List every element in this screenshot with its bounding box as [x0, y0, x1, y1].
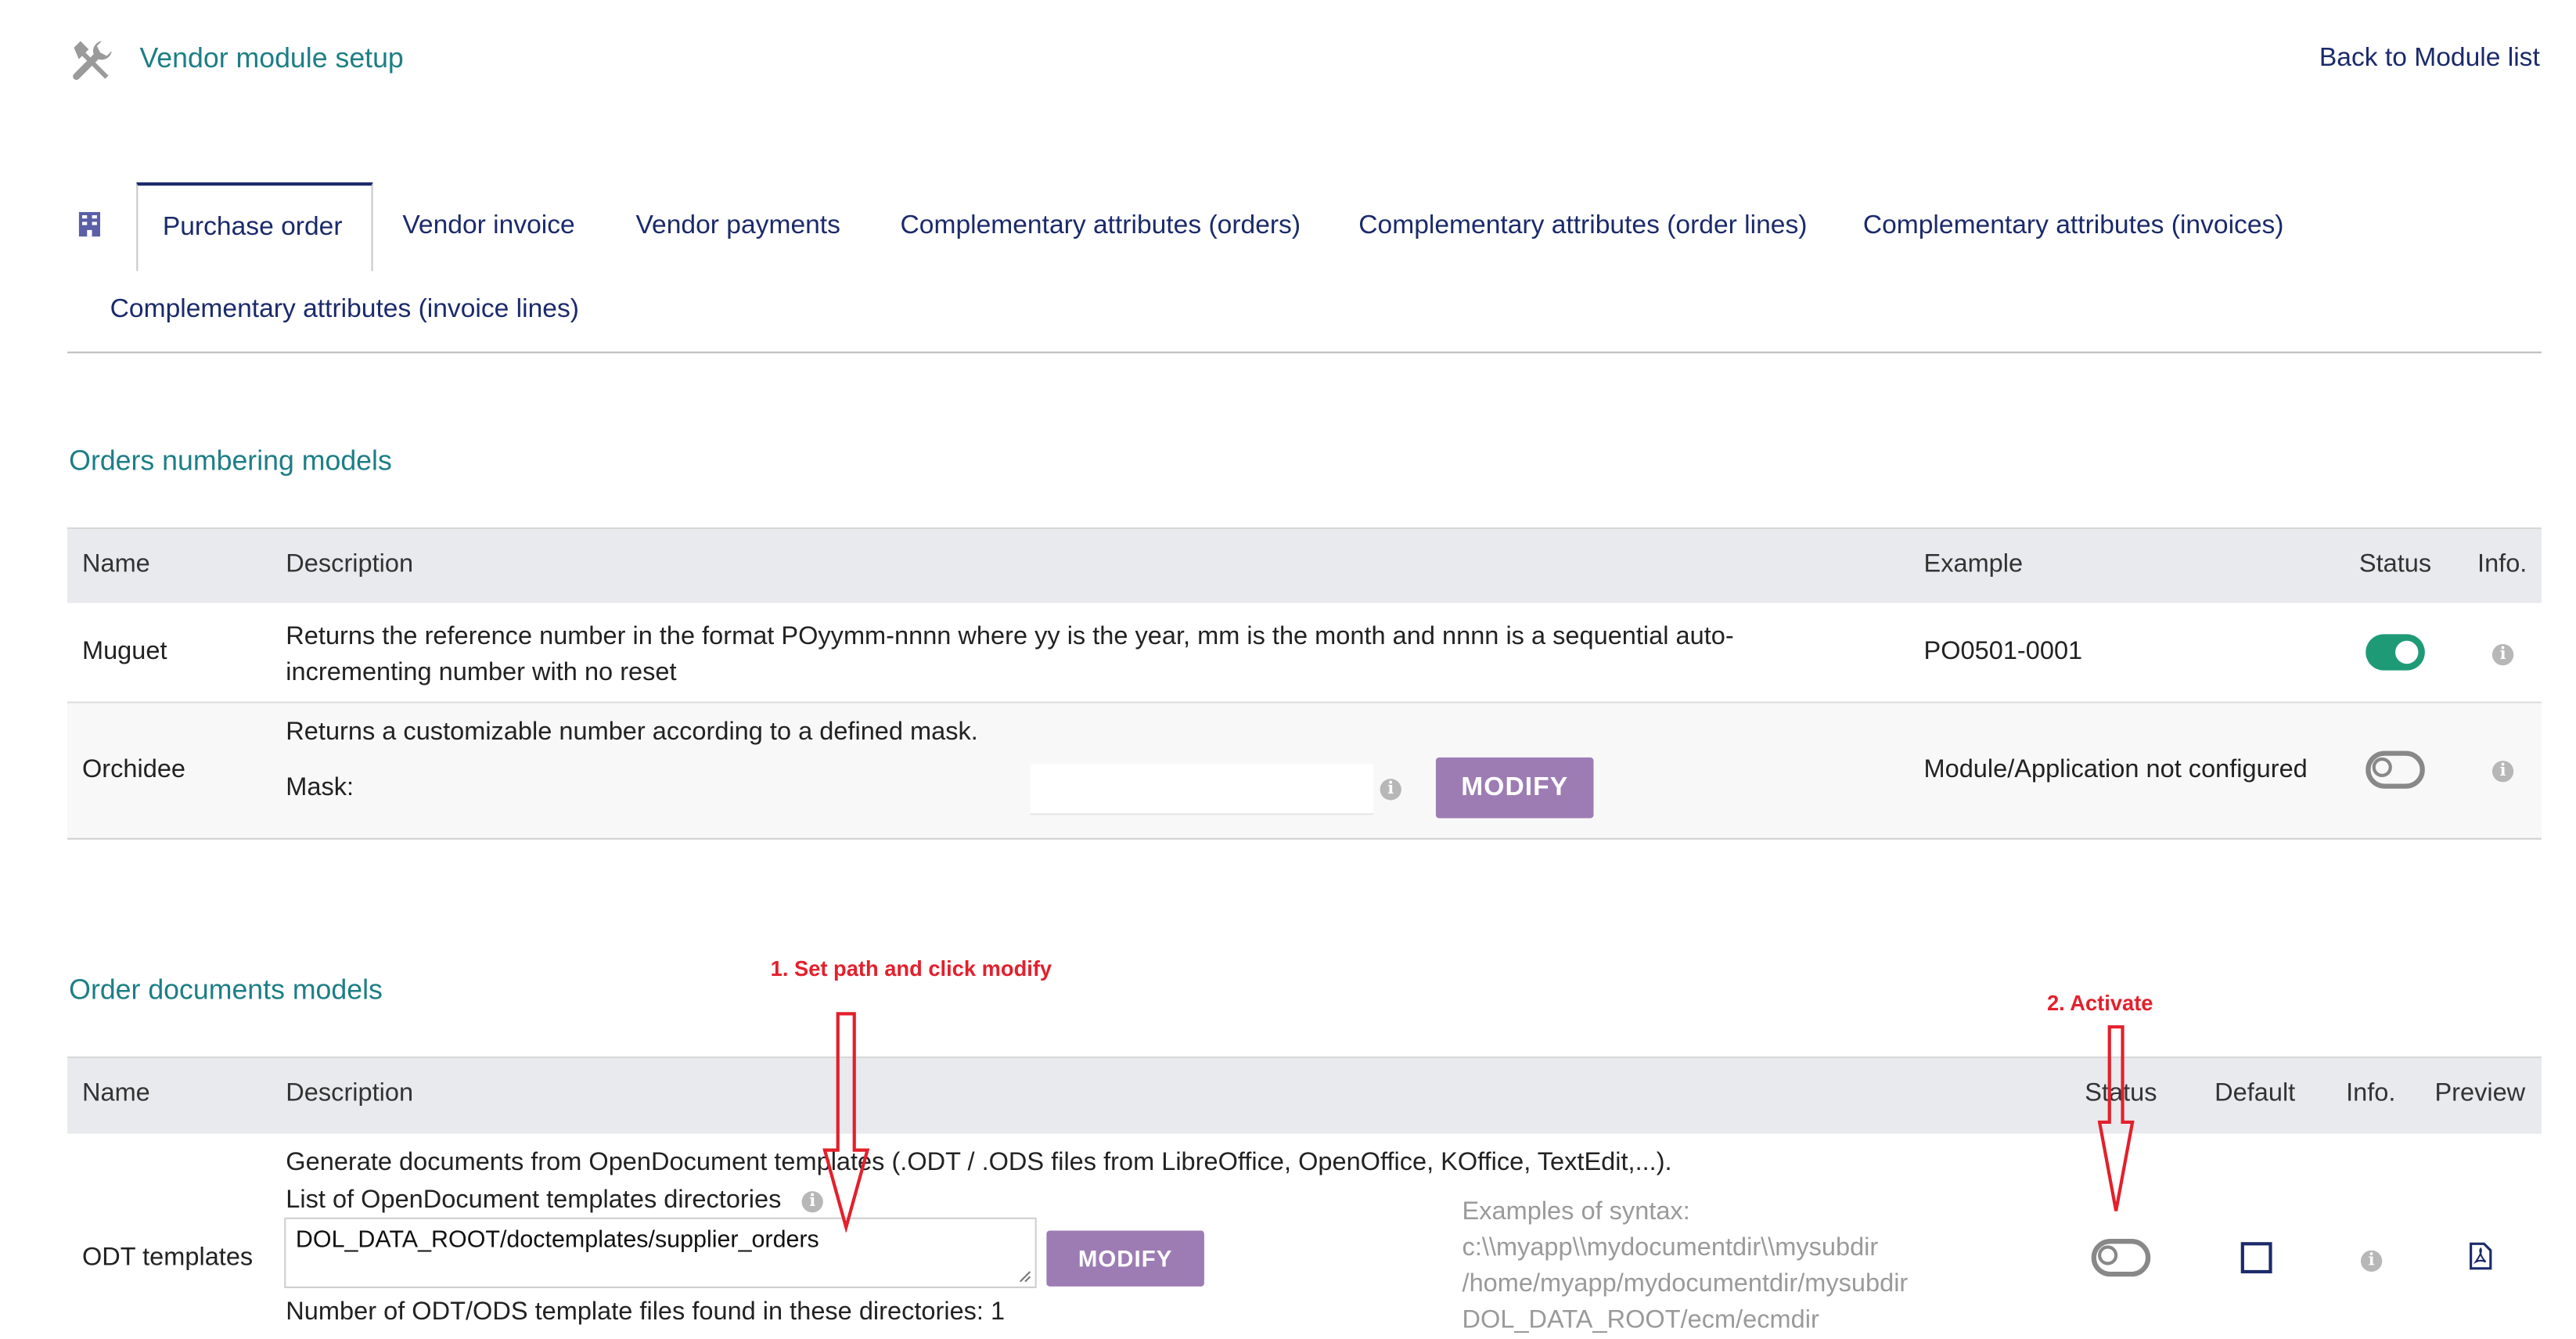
annotation-step-1: 1. Set path and click modify — [770, 956, 1052, 981]
arrow-down-icon — [822, 1012, 870, 1233]
mask-label: Mask: — [286, 773, 354, 802]
tab-complementary-attributes-invoice-lines[interactable]: Complementary attributes (invoice lines) — [110, 296, 579, 326]
model-name: Muguet — [81, 637, 167, 666]
numbering-section-title: Orders numbering models — [69, 445, 392, 477]
dirs-label: List of OpenDocument templates directori… — [286, 1186, 782, 1215]
col-info: Info. — [2346, 1079, 2396, 1108]
documents-section-title: Order documents models — [69, 974, 383, 1006]
col-default: Default — [2214, 1079, 2296, 1108]
pdf-preview-icon[interactable] — [2470, 1242, 2492, 1270]
model-name: ODT templates — [81, 1244, 254, 1272]
status-toggle-on[interactable] — [2366, 634, 2425, 671]
template-count: Number of ODT/ODS template files found i… — [286, 1298, 1006, 1326]
col-name: Name — [81, 1079, 150, 1108]
status-toggle-off[interactable] — [2091, 1239, 2151, 1277]
model-description: Generate documents from OpenDocument tem… — [286, 1148, 1672, 1177]
info-icon[interactable]: i — [801, 1191, 823, 1213]
page-title: Vendor module setup — [139, 42, 404, 74]
model-description: Returns the reference number in the form… — [286, 622, 1734, 687]
tab-vendor-payments[interactable]: Vendor payments — [636, 212, 840, 242]
numbering-table-header — [67, 527, 2542, 603]
default-checkbox[interactable] — [2240, 1242, 2272, 1274]
model-description: Returns a customizable number according … — [286, 718, 978, 747]
col-status: Status — [2358, 550, 2432, 579]
info-icon[interactable]: i — [2360, 1250, 2383, 1272]
tools-icon — [73, 41, 112, 81]
back-to-module-list-link[interactable]: Back to Module list — [2319, 45, 2540, 74]
info-icon[interactable]: i — [1380, 779, 1401, 801]
tab-label: Purchase order — [162, 213, 343, 242]
col-description: Description — [286, 1079, 414, 1108]
mask-modify-button[interactable]: MODIFY — [1435, 757, 1594, 819]
info-icon[interactable]: i — [2491, 761, 2514, 783]
syntax-example: /home/myapp/mydocumentdir/mysubdir — [1462, 1269, 1909, 1298]
tab-complementary-attributes-orders[interactable]: Complementary attributes (orders) — [901, 212, 1301, 242]
dirs-textarea[interactable]: DOL_DATA_ROOT/doctemplates/supplier_orde… — [284, 1217, 1037, 1288]
syntax-title: Examples of syntax: — [1462, 1197, 1690, 1226]
info-icon[interactable]: i — [2491, 643, 2514, 666]
dirs-value: DOL_DATA_ROOT/doctemplates/supplier_orde… — [295, 1227, 819, 1254]
tab-complementary-attributes-invoices[interactable]: Complementary attributes (invoices) — [1863, 212, 2284, 242]
model-example: Module/Application not configured — [1923, 755, 2308, 784]
tab-complementary-attributes-order-lines[interactable]: Complementary attributes (order lines) — [1358, 212, 1807, 242]
col-example: Example — [1923, 550, 2024, 579]
syntax-example: DOL_DATA_ROOT/ecm/ecmdir — [1462, 1306, 1819, 1334]
dirs-modify-button[interactable]: MODIFY — [1046, 1230, 1204, 1287]
tab-divider — [67, 351, 2542, 354]
tab-purchase-order[interactable]: Purchase order — [136, 182, 373, 272]
col-name: Name — [81, 550, 150, 579]
syntax-examples: Examples of syntax: c:\\myapp\\mydocumen… — [1462, 1194, 1909, 1339]
col-info: Info. — [2477, 550, 2527, 579]
tab-vendor-invoice[interactable]: Vendor invoice — [402, 212, 574, 242]
building-icon — [78, 211, 101, 237]
model-name: Orchidee — [81, 755, 186, 784]
mask-input[interactable] — [1030, 764, 1374, 815]
documents-table-header — [67, 1056, 2542, 1134]
col-description: Description — [286, 550, 414, 579]
col-preview: Preview — [2434, 1079, 2526, 1108]
resize-handle-icon[interactable] — [1019, 1270, 1032, 1283]
syntax-example: c:\\myapp\\mydocumentdir\\mysubdir — [1462, 1233, 1879, 1262]
model-example: PO0501-0001 — [1923, 637, 2083, 666]
status-toggle-off[interactable] — [2366, 750, 2425, 789]
annotation-step-2: 2. Activate — [2046, 990, 2153, 1016]
page: Vendor module setup Back to Module list … — [0, 0, 2576, 1334]
arrow-down-icon — [2097, 1025, 2135, 1211]
